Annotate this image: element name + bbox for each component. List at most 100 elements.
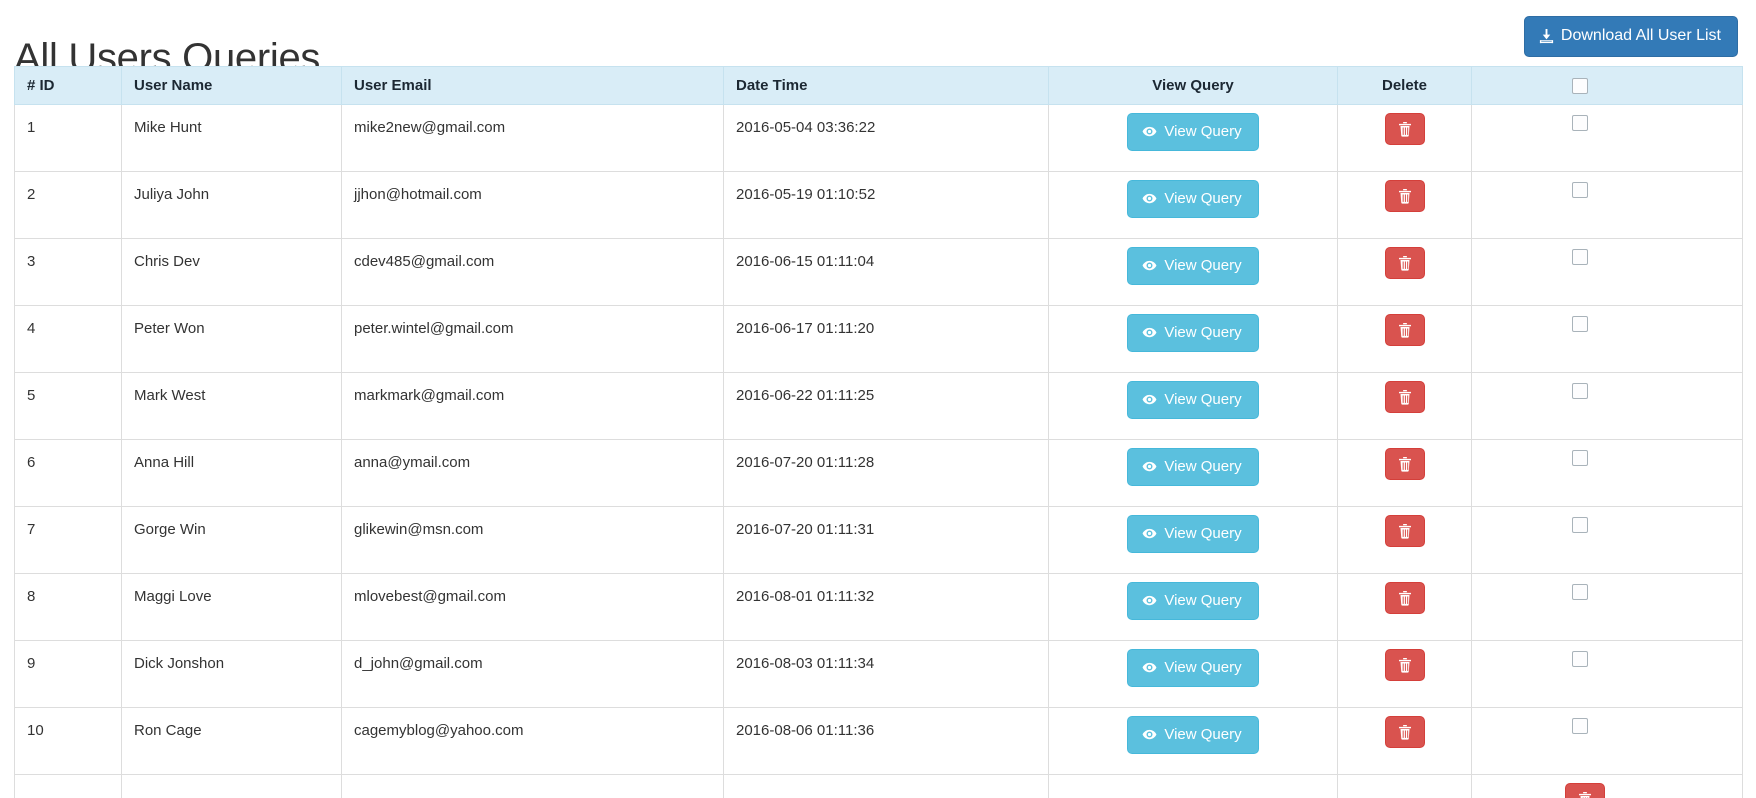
view-query-button-label: View Query <box>1164 123 1242 141</box>
cell-date: 2016-08-03 01:11:34 <box>723 640 1049 709</box>
table-row: 1 Mike Hunt mike2new@gmail.com 2016-05-04 0… <box>14 104 1743 173</box>
cell-view-query: View Query <box>1048 707 1338 776</box>
view-query-button[interactable]: View Query <box>1127 582 1259 621</box>
cell-delete <box>1337 439 1472 508</box>
select-row-checkbox[interactable] <box>1571 584 1588 601</box>
view-query-button[interactable]: View Query <box>1127 381 1259 420</box>
cell-select <box>1471 372 1743 441</box>
cell-delete <box>1337 707 1472 776</box>
eye-icon <box>1142 325 1157 340</box>
cell-empty-date <box>723 774 1049 798</box>
column-header-email: User Email <box>341 65 724 106</box>
delete-selected-button[interactable] <box>1564 783 1605 798</box>
select-row-checkbox[interactable] <box>1571 651 1588 668</box>
cell-empty-view <box>1048 774 1338 798</box>
cell-date: 2016-07-20 01:11:28 <box>723 439 1049 508</box>
cell-empty-id <box>14 774 122 798</box>
delete-row-button[interactable] <box>1384 515 1425 548</box>
select-row-checkbox[interactable] <box>1571 182 1588 199</box>
select-row-wrapper <box>1484 649 1730 668</box>
cell-name: Ron Cage <box>121 707 342 776</box>
table-row: 7 Gorge Win glikewin@msn.com 2016-07-20 01:… <box>14 506 1743 575</box>
column-header-select-all <box>1471 65 1743 106</box>
trash-icon <box>1398 389 1412 405</box>
cell-id: 8 <box>14 573 122 642</box>
delete-row-button[interactable] <box>1384 180 1425 213</box>
cell-empty-name <box>121 774 342 798</box>
cell-select <box>1471 238 1743 307</box>
cell-date: 2016-07-20 01:11:31 <box>723 506 1049 575</box>
view-query-button-label: View Query <box>1164 324 1242 342</box>
table-row: 2 Juliya John jjhon@hotmail.com 2016-05-19 … <box>14 171 1743 240</box>
trash-icon <box>1398 724 1412 740</box>
eye-icon <box>1142 124 1157 139</box>
cell-id: 5 <box>14 372 122 441</box>
select-row-wrapper <box>1484 113 1730 132</box>
cell-select <box>1471 640 1743 709</box>
bulk-delete-wrapper <box>1484 783 1730 798</box>
trash-icon <box>1398 121 1412 137</box>
delete-row-button[interactable] <box>1384 113 1425 146</box>
view-query-button[interactable]: View Query <box>1127 113 1259 152</box>
trash-icon <box>1578 791 1592 798</box>
cell-email: glikewin@msn.com <box>341 506 724 575</box>
select-row-checkbox[interactable] <box>1571 517 1588 534</box>
delete-row-button[interactable] <box>1384 247 1425 280</box>
view-query-button-label: View Query <box>1164 391 1242 409</box>
view-query-button[interactable]: View Query <box>1127 716 1259 755</box>
select-row-checkbox[interactable] <box>1571 249 1588 266</box>
view-query-button-label: View Query <box>1164 190 1242 208</box>
users-table: # ID User Name User Email Date Time View… <box>14 65 1743 798</box>
trash-icon <box>1398 657 1412 673</box>
cell-id: 1 <box>14 104 122 173</box>
select-row-checkbox[interactable] <box>1571 316 1588 333</box>
select-row-checkbox[interactable] <box>1571 115 1588 132</box>
trash-icon <box>1398 322 1412 338</box>
cell-name: Mike Hunt <box>121 104 342 173</box>
view-query-button[interactable]: View Query <box>1127 448 1259 487</box>
view-query-button[interactable]: View Query <box>1127 247 1259 286</box>
select-all-checkbox[interactable] <box>1571 78 1588 95</box>
cell-id: 10 <box>14 707 122 776</box>
view-query-button[interactable]: View Query <box>1127 515 1259 554</box>
cell-name: Dick Jonshon <box>121 640 342 709</box>
cell-empty-email <box>341 774 724 798</box>
download-all-user-list-button[interactable]: Download All User List <box>1523 16 1738 57</box>
cell-select <box>1471 104 1743 173</box>
cell-id: 3 <box>14 238 122 307</box>
view-query-button[interactable]: View Query <box>1127 314 1259 353</box>
eye-icon <box>1142 191 1157 206</box>
select-row-checkbox[interactable] <box>1571 718 1588 735</box>
delete-row-button[interactable] <box>1384 381 1425 414</box>
cell-email: cagemyblog@yahoo.com <box>341 707 724 776</box>
delete-row-button[interactable] <box>1384 649 1425 682</box>
select-row-checkbox[interactable] <box>1571 383 1588 400</box>
table-row: 9 Dick Jonshon d_john@gmail.com 2016-08-03 … <box>14 640 1743 709</box>
select-row-wrapper <box>1484 314 1730 333</box>
select-row-wrapper <box>1484 381 1730 400</box>
cell-date: 2016-08-01 01:11:32 <box>723 573 1049 642</box>
view-query-button-label: View Query <box>1164 592 1242 610</box>
view-query-button[interactable]: View Query <box>1127 649 1259 688</box>
cell-date: 2016-06-15 01:11:04 <box>723 238 1049 307</box>
delete-row-button[interactable] <box>1384 582 1425 615</box>
delete-row-button[interactable] <box>1384 314 1425 347</box>
cell-view-query: View Query <box>1048 439 1338 508</box>
cell-view-query: View Query <box>1048 104 1338 173</box>
cell-view-query: View Query <box>1048 171 1338 240</box>
select-row-checkbox[interactable] <box>1571 450 1588 467</box>
trash-icon <box>1398 188 1412 204</box>
select-row-wrapper <box>1484 515 1730 534</box>
cell-select <box>1471 305 1743 374</box>
delete-row-button[interactable] <box>1384 716 1425 749</box>
cell-select <box>1471 707 1743 776</box>
table-row: 10 Ron Cage cagemyblog@yahoo.com 2016-08-06… <box>14 707 1743 776</box>
view-query-button[interactable]: View Query <box>1127 180 1259 219</box>
cell-view-query: View Query <box>1048 305 1338 374</box>
table-row: 8 Maggi Love mlovebest@gmail.com 2016-08-01… <box>14 573 1743 642</box>
delete-row-button[interactable] <box>1384 448 1425 481</box>
view-query-button-label: View Query <box>1164 458 1242 476</box>
cell-date: 2016-05-19 01:10:52 <box>723 171 1049 240</box>
trash-icon <box>1398 590 1412 606</box>
eye-icon <box>1142 392 1157 407</box>
